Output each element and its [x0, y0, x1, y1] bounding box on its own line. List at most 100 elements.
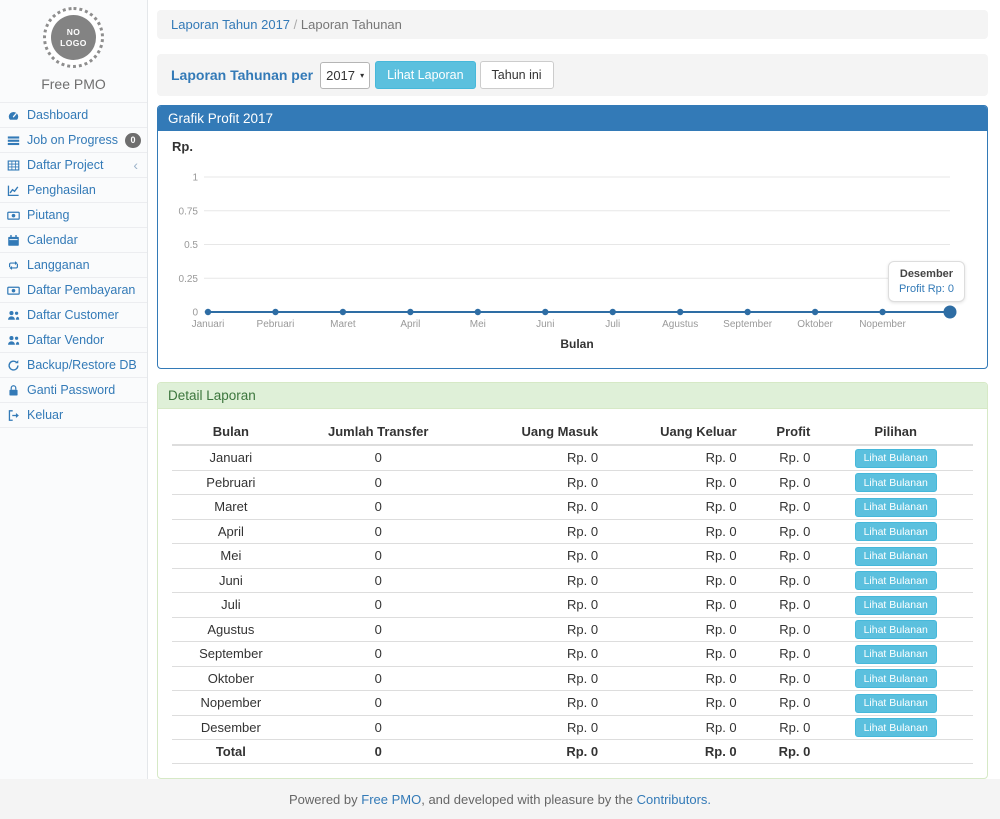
chart-panel-body: Rp. 10.750.50.250JanuariPebruariMaretApr… — [158, 131, 987, 368]
sidebar-item-label: Ganti Password — [27, 382, 115, 398]
cell-uang_keluar: Rp. 0 — [606, 445, 745, 470]
cell-bulan: April — [172, 519, 290, 544]
total-cell-jumlah_transfer: 0 — [290, 740, 467, 764]
lihat-laporan-button[interactable]: Lihat Laporan — [375, 61, 475, 89]
sidebar-item-piutang[interactable]: Piutang — [0, 203, 147, 228]
sidebar-item-penghasilan[interactable]: Penghasilan — [0, 178, 147, 203]
logo-text-line2: LOGO — [60, 38, 87, 49]
lock-icon — [7, 383, 22, 397]
table-row-maret: Maret0Rp. 0Rp. 0Rp. 0Lihat Bulanan — [172, 495, 973, 520]
table-row-juni: Juni0Rp. 0Rp. 0Rp. 0Lihat Bulanan — [172, 568, 973, 593]
sidebar-item-job-on-progress[interactable]: Job on Progress0 — [0, 128, 147, 153]
sidebar-item-daftar-customer[interactable]: Daftar Customer — [0, 303, 147, 328]
total-cell-pilihan-empty — [818, 740, 973, 764]
lihat-bulanan-button[interactable]: Lihat Bulanan — [855, 669, 937, 688]
users-icon — [7, 333, 22, 347]
cell-profit: Rp. 0 — [745, 617, 819, 642]
breadcrumb-link[interactable]: Laporan Tahun 2017 — [171, 17, 290, 32]
cell-uang_masuk: Rp. 0 — [467, 593, 606, 618]
sidebar-item-dashboard[interactable]: Dashboard — [0, 103, 147, 128]
money-icon — [7, 283, 22, 297]
caret-down-icon: ▾ — [360, 71, 364, 80]
sidebar-item-keluar[interactable]: Keluar — [0, 403, 147, 428]
cell-uang_masuk: Rp. 0 — [467, 495, 606, 520]
sidebar-item-calendar[interactable]: Calendar — [0, 228, 147, 253]
table-row-september: September0Rp. 0Rp. 0Rp. 0Lihat Bulanan — [172, 642, 973, 667]
lihat-bulanan-button[interactable]: Lihat Bulanan — [855, 522, 937, 541]
svg-text:Nopember: Nopember — [859, 319, 906, 330]
lihat-bulanan-button[interactable]: Lihat Bulanan — [855, 596, 937, 615]
lihat-bulanan-button[interactable]: Lihat Bulanan — [855, 449, 937, 468]
table-header-row: BulanJumlah TransferUang MasukUang Kelua… — [172, 419, 973, 445]
svg-text:Maret: Maret — [330, 319, 356, 330]
profit-line-chart[interactable]: 10.750.50.250JanuariPebruariMaretAprilMe… — [164, 156, 974, 354]
svg-text:0: 0 — [192, 308, 198, 319]
svg-text:Oktober: Oktober — [797, 319, 833, 330]
lihat-bulanan-button[interactable]: Lihat Bulanan — [855, 547, 937, 566]
svg-text:September: September — [723, 319, 773, 330]
cell-uang_masuk: Rp. 0 — [467, 666, 606, 691]
cell-jumlah_transfer: 0 — [290, 495, 467, 520]
sidebar-item-label: Daftar Customer — [27, 307, 119, 323]
progress-count-badge: 0 — [125, 133, 141, 148]
sidebar-item-daftar-pembayaran[interactable]: Daftar Pembayaran — [0, 278, 147, 303]
cell-uang_keluar: Rp. 0 — [606, 544, 745, 569]
column-header-uang-masuk: Uang Masuk — [467, 419, 606, 445]
cell-bulan: Maret — [172, 495, 290, 520]
cell-bulan: Juli — [172, 593, 290, 618]
cell-uang_keluar: Rp. 0 — [606, 666, 745, 691]
sidebar-item-ganti-password[interactable]: Ganti Password — [0, 378, 147, 403]
y-axis-label: Rp. — [172, 139, 981, 154]
cell-jumlah_transfer: 0 — [290, 642, 467, 667]
svg-text:0.25: 0.25 — [179, 274, 199, 285]
lihat-bulanan-button[interactable]: Lihat Bulanan — [855, 620, 937, 639]
app-window: NO LOGO Free PMO DashboardJob on Progres… — [0, 0, 1000, 779]
lihat-bulanan-button[interactable]: Lihat Bulanan — [855, 473, 937, 492]
chart-tooltip: Desember Profit Rp: 0 — [888, 261, 965, 302]
table-row-oktober: Oktober0Rp. 0Rp. 0Rp. 0Lihat Bulanan — [172, 666, 973, 691]
svg-text:Bulan: Bulan — [560, 337, 593, 351]
lihat-bulanan-button[interactable]: Lihat Bulanan — [855, 571, 937, 590]
column-header-jumlah-transfer: Jumlah Transfer — [290, 419, 467, 445]
cell-jumlah_transfer: 0 — [290, 445, 467, 470]
cell-pilihan: Lihat Bulanan — [818, 568, 973, 593]
cell-uang_keluar: Rp. 0 — [606, 642, 745, 667]
chevron-left-icon: ‹ — [133, 158, 138, 172]
sidebar-item-label: Daftar Project — [27, 157, 103, 173]
table-row-pebruari: Pebruari0Rp. 0Rp. 0Rp. 0Lihat Bulanan — [172, 470, 973, 495]
cell-uang_keluar: Rp. 0 — [606, 568, 745, 593]
cell-bulan: Pebruari — [172, 470, 290, 495]
dashboard-icon — [7, 108, 22, 122]
cell-profit: Rp. 0 — [745, 593, 819, 618]
tooltip-month: Desember — [899, 268, 954, 280]
lihat-bulanan-button[interactable]: Lihat Bulanan — [855, 718, 937, 737]
lihat-bulanan-button[interactable]: Lihat Bulanan — [855, 645, 937, 664]
sidebar-item-langganan[interactable]: Langganan — [0, 253, 147, 278]
sidebar-item-label: Calendar — [27, 232, 78, 248]
table-row-januari: Januari0Rp. 0Rp. 0Rp. 0Lihat Bulanan — [172, 445, 973, 470]
year-select[interactable]: 2017 ▾ — [320, 62, 370, 89]
total-cell-bulan: Total — [172, 740, 290, 764]
contributors-link[interactable]: Contributors. — [637, 792, 711, 807]
svg-text:Juni: Juni — [536, 319, 554, 330]
cell-jumlah_transfer: 0 — [290, 544, 467, 569]
cell-bulan: September — [172, 642, 290, 667]
cell-profit: Rp. 0 — [745, 715, 819, 740]
cell-profit: Rp. 0 — [745, 470, 819, 495]
users-icon — [7, 308, 22, 322]
table-row-agustus: Agustus0Rp. 0Rp. 0Rp. 0Lihat Bulanan — [172, 617, 973, 642]
lihat-bulanan-button[interactable]: Lihat Bulanan — [855, 498, 937, 517]
cell-jumlah_transfer: 0 — [290, 666, 467, 691]
cell-uang_masuk: Rp. 0 — [467, 544, 606, 569]
free-pmo-link[interactable]: Free PMO — [361, 792, 421, 807]
sidebar-item-backup-restore-db[interactable]: Backup/Restore DB — [0, 353, 147, 378]
total-cell-uang_masuk: Rp. 0 — [467, 740, 606, 764]
sidebar-item-label: Backup/Restore DB — [27, 357, 137, 373]
cell-profit: Rp. 0 — [745, 568, 819, 593]
sidebar-item-daftar-vendor[interactable]: Daftar Vendor — [0, 328, 147, 353]
lihat-bulanan-button[interactable]: Lihat Bulanan — [855, 694, 937, 713]
tahun-ini-button[interactable]: Tahun ini — [480, 61, 554, 89]
svg-text:April: April — [400, 319, 420, 330]
sidebar-item-daftar-project[interactable]: Daftar Project ‹ — [0, 153, 147, 178]
calendar-icon — [7, 233, 22, 247]
